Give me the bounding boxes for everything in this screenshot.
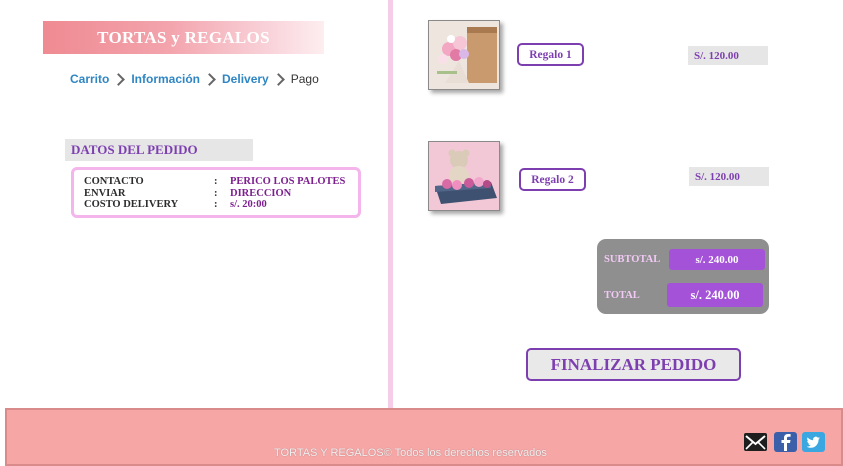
breadcrumb-pago: Pago [290,72,319,86]
facebook-icon[interactable] [773,431,798,453]
product-name-regalo-2[interactable]: Regalo 2 [519,168,586,191]
product-image-regalo-2[interactable] [428,141,500,211]
product-price-text: S/. 120.00 [694,49,739,62]
product-image-regalo-1[interactable] [428,20,500,90]
checkout-page: TORTAS y REGALOS Carrito Información Del… [0,0,843,466]
order-row-value: s/. 20:00 [230,199,267,210]
product-price-text: S/. 120.00 [695,170,740,183]
order-row-key: CONTACTO [84,176,144,187]
breadcrumb-carrito[interactable]: Carrito [70,72,109,86]
product-price-regalo-1: S/. 120.00 [688,46,768,65]
order-row-enviar: ENVIAR : DIRECCION [84,188,358,200]
order-data-heading: DATOS DEL PEDIDO [65,139,253,161]
order-row-separator: : [214,187,218,199]
subtotal-label: SUBTOTAL [604,254,661,265]
order-data-box: CONTACTO : PERICO LOS PALOTES ENVIAR : D… [71,167,361,218]
breadcrumb-delivery[interactable]: Delivery [222,72,269,86]
chevron-right-icon [271,72,285,86]
product-name-regalo-1[interactable]: Regalo 1 [517,43,584,66]
order-row-key: ENVIAR [84,187,126,199]
finalize-order-button[interactable]: FINALIZAR PEDIDO [526,348,741,381]
total-value: s/. 240.00 [690,287,740,302]
chevron-right-icon [203,72,216,86]
breadcrumb: Carrito Información Delivery Pago [70,69,319,89]
product-price-regalo-2: S/. 120.00 [689,167,769,186]
chevron-right-icon [112,72,126,86]
mail-icon[interactable] [743,431,768,453]
order-row-value: DIRECCION [230,187,292,199]
column-divider [388,0,393,408]
brand-banner[interactable]: TORTAS y REGALOS [43,21,324,54]
total-value-box: s/. 240.00 [667,283,763,307]
breadcrumb-informacion[interactable]: Información [131,72,200,86]
footer: TORTAS Y REGALOS© Todos los derechos res… [5,408,843,466]
totals-panel: SUBTOTAL s/. 240.00 TOTAL s/. 240.00 [597,239,769,314]
order-row-contacto: CONTACTO : PERICO LOS PALOTES [84,176,358,188]
order-row-key: COSTO DELIVERY [84,199,179,210]
total-label: TOTAL [604,290,640,301]
brand-title: TORTAS y REGALOS [97,27,270,47]
product-name-text: Regalo 1 [529,48,572,61]
footer-copyright: TORTAS Y REGALOS© Todos los derechos res… [274,447,547,459]
order-row-separator: : [214,199,218,210]
order-row-value: PERICO LOS PALOTES [230,176,346,187]
order-row-separator: : [214,176,218,187]
subtotal-value: s/. 240.00 [695,253,739,266]
twitter-icon[interactable] [801,431,826,453]
subtotal-value-box: s/. 240.00 [669,249,765,270]
order-row-costo-delivery: COSTO DELIVERY : s/. 20:00 [84,199,358,211]
order-data-title: DATOS DEL PEDIDO [71,142,198,157]
product-name-text: Regalo 2 [531,173,574,186]
